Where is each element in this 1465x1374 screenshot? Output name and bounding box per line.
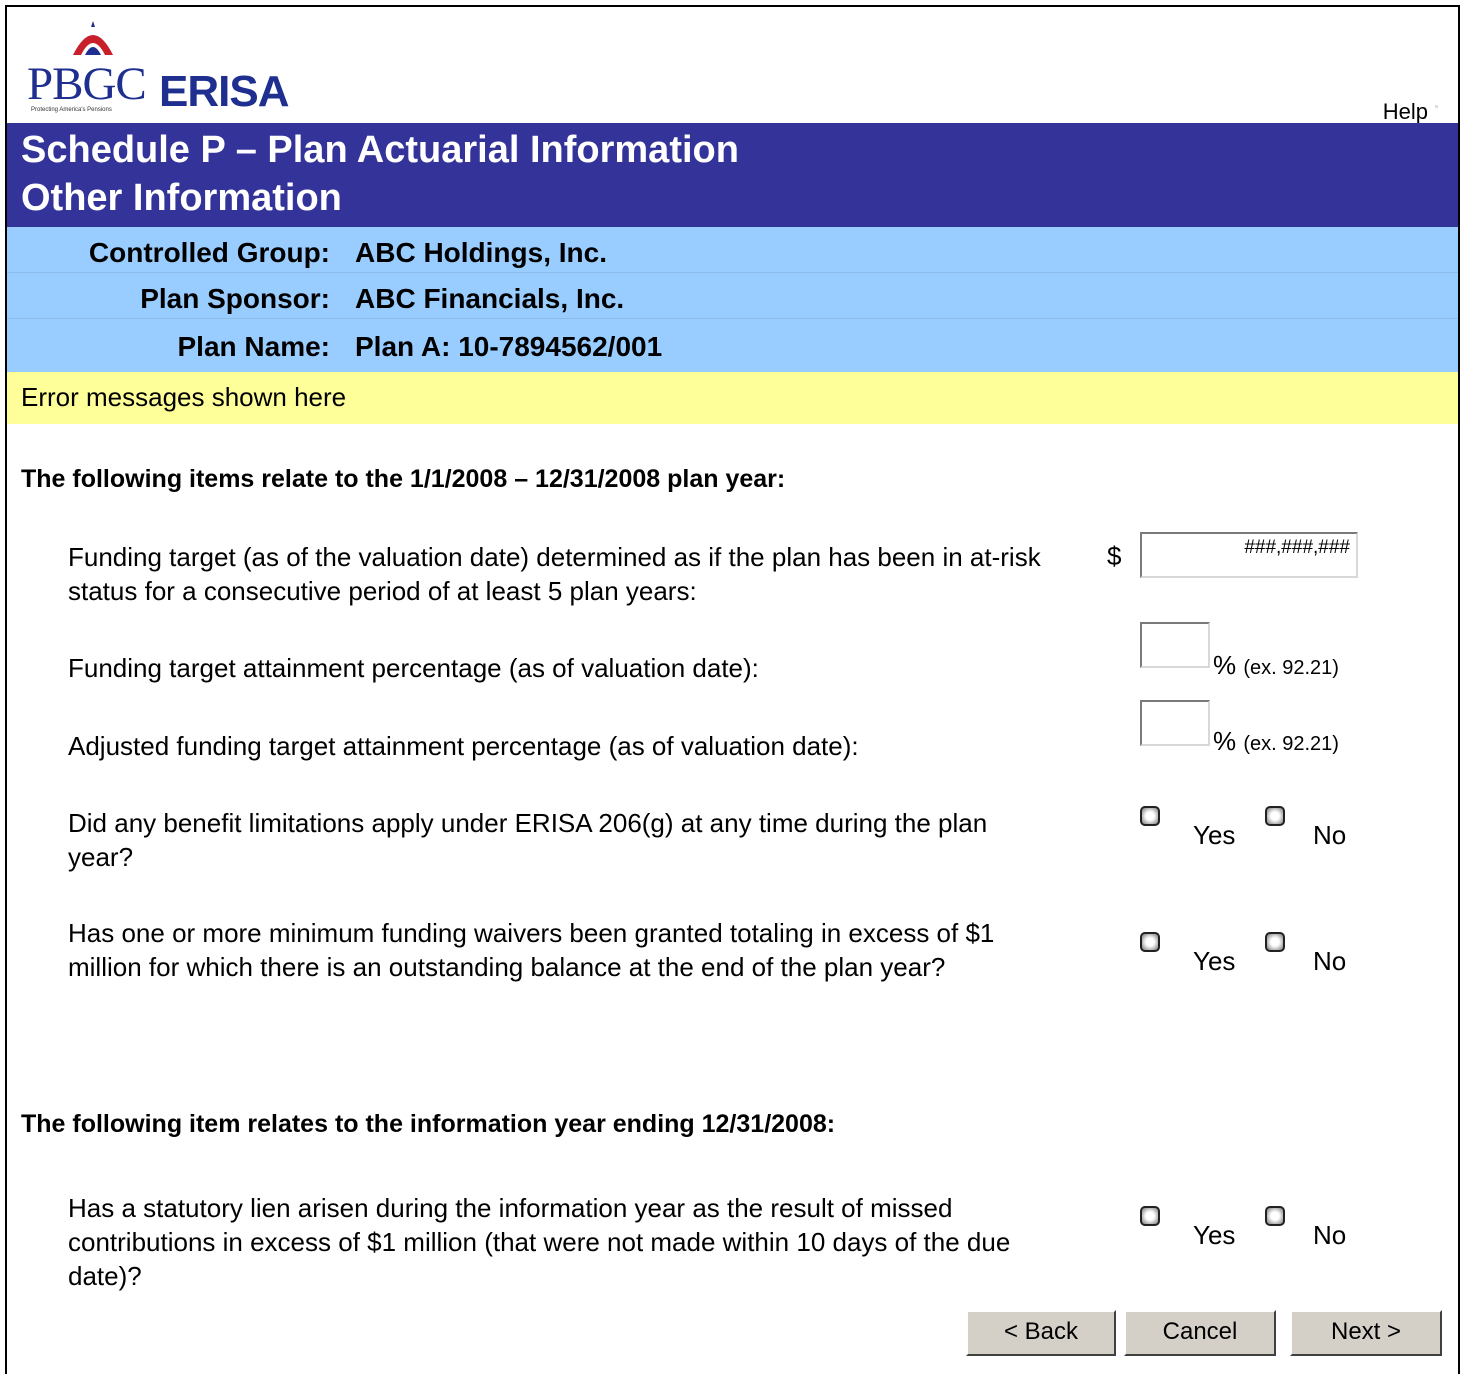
pbgc-erisa-logo: PBGC ERISA 4010 Protecting America's Pen… — [27, 21, 387, 166]
yes-label: Yes — [1193, 820, 1236, 850]
plan-name-row: Plan Name: Plan A: 10-7894562/001 — [7, 321, 1458, 367]
row-divider — [7, 318, 1458, 319]
benefit-limitations-radio-group: Yes No — [1140, 806, 1370, 856]
question-adjusted-ftap: Adjusted funding target attainment perce… — [68, 731, 859, 761]
help-link[interactable]: Help — [1383, 99, 1428, 125]
adjusted-ftap-unit-hint: % (ex. 92.21) — [1213, 726, 1339, 756]
page-subtitle: Other Information — [21, 177, 342, 219]
currency-symbol: $ — [1107, 541, 1122, 571]
statutory-lien-yes-radio[interactable] — [1140, 1206, 1160, 1226]
adjusted-ftap-input[interactable] — [1140, 700, 1210, 746]
statutory-lien-no-radio[interactable] — [1265, 1206, 1285, 1226]
ftap-unit-hint: % (ex. 92.21) — [1213, 650, 1339, 680]
controlled-group-value: ABC Holdings, Inc. — [355, 237, 607, 268]
no-label: No — [1313, 1220, 1347, 1250]
statutory-lien-radio-group: Yes No — [1140, 1206, 1370, 1256]
question-benefit-limitations: Did any benefit limitations apply under … — [68, 808, 988, 872]
question-statutory-lien: Has a statutory lien arisen during the i… — [68, 1193, 1011, 1291]
controlled-group-row: Controlled Group: ABC Holdings, Inc. — [7, 227, 1458, 273]
plan-sponsor-label: Plan Sponsor: — [140, 283, 330, 314]
next-button[interactable]: Next > — [1290, 1310, 1442, 1356]
yes-label: Yes — [1193, 946, 1236, 976]
funding-waivers-yes-radio[interactable] — [1140, 932, 1160, 952]
logo-emblem-icon — [73, 21, 113, 55]
question-funding-waivers: Has one or more minimum funding waivers … — [68, 918, 995, 982]
page-title: Schedule P – Plan Actuarial Information — [21, 129, 739, 171]
no-label: No — [1313, 946, 1347, 976]
plan-info-panel: Controlled Group: ABC Holdings, Inc. Pla… — [7, 227, 1458, 372]
back-button[interactable]: < Back — [966, 1310, 1116, 1356]
error-message-bar: Error messages shown here — [7, 372, 1458, 424]
logo-pbgc-text: PBGC — [27, 58, 147, 110]
controlled-group-label: Controlled Group: — [88, 237, 330, 268]
section-heading-plan-year: The following items relate to the 1/1/20… — [21, 465, 786, 493]
funding-waivers-radio-group: Yes No — [1140, 932, 1370, 982]
error-message: Error messages shown here — [21, 382, 347, 412]
no-label: No — [1313, 820, 1347, 850]
plan-name-label: Plan Name: — [177, 331, 331, 362]
benefit-limitations-no-radio[interactable] — [1265, 806, 1285, 826]
divider-dot — [1435, 105, 1438, 108]
yes-label: Yes — [1193, 1220, 1236, 1250]
ftap-input[interactable] — [1140, 622, 1210, 668]
section-heading-information-year: The following item relates to the inform… — [21, 1110, 836, 1138]
plan-sponsor-row: Plan Sponsor: ABC Financials, Inc. — [7, 273, 1458, 319]
funding-target-at-risk-input[interactable] — [1140, 532, 1358, 578]
cancel-button[interactable]: Cancel — [1124, 1310, 1276, 1356]
page-title-bar: Schedule P – Plan Actuarial Information … — [7, 123, 1458, 227]
question-ftap: Funding target attainment percentage (as… — [68, 653, 759, 683]
logo-tagline: Protecting America's Pensions — [31, 107, 112, 113]
plan-sponsor-value: ABC Financials, Inc. — [355, 283, 625, 314]
plan-name-value: Plan A: 10-7894562/001 — [355, 331, 663, 362]
question-funding-target-at-risk: Funding target (as of the valuation date… — [68, 542, 1041, 606]
header: PBGC ERISA 4010 Protecting America's Pen… — [7, 7, 1458, 166]
benefit-limitations-yes-radio[interactable] — [1140, 806, 1160, 826]
funding-waivers-no-radio[interactable] — [1265, 932, 1285, 952]
